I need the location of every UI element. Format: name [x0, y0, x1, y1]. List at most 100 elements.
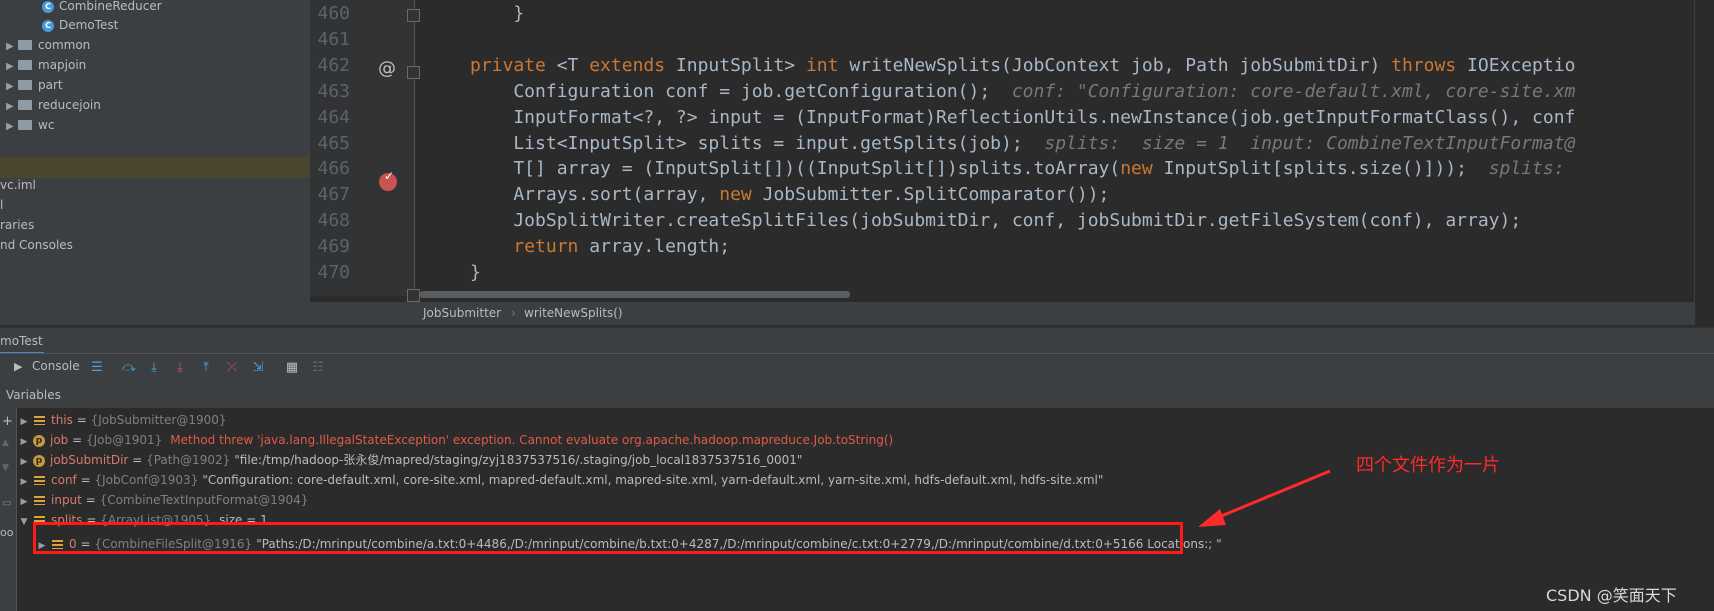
- code-line[interactable]: }: [470, 3, 524, 24]
- copy-icon[interactable]: ▭: [2, 498, 11, 509]
- line-number[interactable]: 470: [310, 262, 350, 283]
- line-number[interactable]: 463: [310, 81, 350, 102]
- code-line[interactable]: InputFormat<?, ?> input = (InputFormat)R…: [470, 107, 1575, 128]
- chevron-right-icon[interactable]: ▶: [6, 77, 18, 96]
- code-line[interactable]: }: [470, 262, 481, 283]
- tree-item-label: mapjoin: [38, 58, 87, 72]
- tree-item-wc[interactable]: ▶ wc: [6, 116, 54, 135]
- tree-item-consoles[interactable]: nd Consoles: [0, 236, 73, 255]
- code-line[interactable]: return array.length;: [470, 236, 730, 257]
- trace-stream-icon[interactable]: ☷: [310, 360, 326, 376]
- code-token: Arrays.sort(array,: [470, 184, 720, 206]
- menu-lines-icon[interactable]: ☰: [89, 360, 105, 376]
- evaluate-expression-icon[interactable]: ▦: [284, 360, 300, 376]
- line-number[interactable]: 466: [310, 158, 350, 179]
- step-over-icon[interactable]: ⤼: [121, 360, 137, 376]
- variable-row[interactable]: ▶ p job = {Job@1901} Method threw 'java.lan…: [17, 430, 894, 452]
- expand-toggle-icon[interactable]: ▶: [17, 492, 31, 512]
- code-token: JobSplitWriter.createSplitFiles(jobSubmi…: [470, 210, 1522, 232]
- expand-toggle-icon[interactable]: ▶: [17, 432, 31, 452]
- chevron-right-icon[interactable]: ▶: [6, 97, 18, 116]
- line-number[interactable]: 462: [310, 55, 350, 76]
- code-token: array.length;: [578, 236, 731, 258]
- code-line[interactable]: Configuration conf = job.getConfiguratio…: [470, 81, 1575, 102]
- tree-selected-row[interactable]: [0, 157, 310, 178]
- tree-item-reducejoin[interactable]: ▶ reducejoin: [6, 96, 101, 115]
- tree-item-libraries[interactable]: raries: [0, 216, 34, 235]
- variable-row[interactable]: ▶ conf = {JobConf@1903} "Configuration: co…: [17, 470, 1107, 490]
- project-tree-panel: C CombineReducer C DemoTest ▶ common ▶ mapjo…: [0, 0, 310, 325]
- line-number[interactable]: 469: [310, 236, 350, 257]
- expand-toggle-icon[interactable]: ▼: [17, 512, 31, 532]
- line-number[interactable]: 468: [310, 210, 350, 231]
- chevron-right-icon[interactable]: ▶: [6, 37, 18, 56]
- tree-item-part[interactable]: ▶ part: [6, 76, 63, 95]
- variable-row[interactable]: ▶ this = {JobSubmitter@1900}: [17, 410, 235, 430]
- variable-row[interactable]: ▶ p jobSubmitDir = {Path@1902} "file:/tmp/h…: [17, 450, 806, 470]
- chevron-right-icon[interactable]: ▶: [6, 117, 18, 136]
- folder-icon: [18, 119, 32, 130]
- vertical-scrollbar[interactable]: [1694, 0, 1714, 325]
- horizontal-scrollbar-thumb[interactable]: [420, 291, 850, 298]
- tree-item-label: wc: [38, 118, 55, 132]
- tree-item-combinereducer[interactable]: C CombineReducer: [42, 0, 162, 16]
- line-number[interactable]: 461: [310, 29, 350, 50]
- code-line[interactable]: T[] array = (InputSplit[])((InputSplit[]…: [470, 158, 1575, 179]
- code-token: InputSplit>: [665, 54, 806, 76]
- glasses-icon[interactable]: oo: [0, 526, 13, 539]
- tree-item-l[interactable]: l: [0, 196, 3, 215]
- code-line[interactable]: private <T extends InputSplit> int write…: [470, 55, 1575, 76]
- variable-row[interactable]: ▶ input = {CombineTextInputFormat@1904}: [17, 490, 316, 510]
- arrow-up-icon[interactable]: ▲: [2, 438, 9, 448]
- breadcrumb-method[interactable]: writeNewSplits(): [524, 302, 623, 325]
- step-out-icon[interactable]: ⤒: [198, 360, 214, 376]
- code-line[interactable]: Arrays.sort(array, new JobSubmitter.Spli…: [470, 184, 1109, 205]
- line-number[interactable]: 467: [310, 184, 350, 205]
- tree-item-iml[interactable]: vc.iml: [0, 176, 36, 195]
- watermark: CSDN @笑面天下: [1546, 586, 1677, 605]
- variables-title: Variables: [6, 388, 61, 402]
- variable-name: job: [50, 433, 69, 447]
- line-number[interactable]: 460: [310, 3, 350, 24]
- code-line[interactable]: List<InputSplit> splits = input.getSplit…: [470, 133, 1575, 154]
- add-watch-icon[interactable]: +: [2, 414, 13, 429]
- annotation-text: 四个文件作为一片: [1356, 455, 1500, 476]
- force-step-into-icon[interactable]: ⤓: [172, 360, 188, 376]
- breadcrumb-class[interactable]: JobSubmitter: [423, 302, 501, 325]
- console-icon[interactable]: ▶: [14, 360, 22, 373]
- fold-toggle-icon[interactable]: [407, 9, 420, 22]
- debug-tab-title[interactable]: moTest: [0, 328, 43, 354]
- expand-toggle-icon[interactable]: ▶: [17, 412, 31, 432]
- tree-item-label: raries: [0, 218, 35, 232]
- highlight-box: [33, 522, 1183, 554]
- folder-icon: [18, 59, 32, 70]
- tree-item-demotest[interactable]: C DemoTest: [42, 16, 118, 35]
- breakpoint-icon[interactable]: ✓: [379, 169, 397, 191]
- step-into-icon[interactable]: ⤓: [146, 360, 162, 376]
- variables-tree[interactable]: ▶ this = {JobSubmitter@1900} ▶ p job = {Job@…: [17, 408, 1714, 611]
- expand-toggle-icon[interactable]: ▶: [17, 452, 31, 472]
- override-marker-icon[interactable]: @: [378, 58, 396, 79]
- drop-frame-icon[interactable]: ⤫: [224, 360, 240, 376]
- variable-value: "file:/tmp/hadoop-张永俊/mapred/staging/zyj…: [234, 453, 803, 467]
- run-to-cursor-icon[interactable]: ⇲: [250, 360, 266, 376]
- code-token: JobSubmitter.SplitComparator());: [751, 184, 1110, 206]
- variable-type: {Job@1901}: [85, 433, 163, 447]
- console-tab[interactable]: Console: [32, 359, 80, 373]
- tree-item-common[interactable]: ▶ common: [6, 36, 90, 55]
- fold-toggle-icon[interactable]: [407, 289, 420, 302]
- code-token: <T: [545, 54, 590, 76]
- variables-side-toolbar: + ▲ ▼ ▭ oo: [0, 408, 17, 611]
- expand-toggle-icon[interactable]: ▶: [17, 472, 31, 492]
- code-token: InputFormat<?, ?> input = (InputFormat)R…: [470, 106, 1576, 128]
- fold-toggle-icon[interactable]: [407, 66, 420, 79]
- line-number[interactable]: 465: [310, 133, 350, 154]
- chevron-right-icon[interactable]: ▶: [6, 57, 18, 76]
- code-token: return: [513, 236, 579, 258]
- line-number[interactable]: 464: [310, 107, 350, 128]
- arrow-down-icon[interactable]: ▼: [2, 463, 9, 473]
- code-token: List<InputSplit> splits = input.getSplit…: [470, 132, 1023, 154]
- code-line[interactable]: JobSplitWriter.createSplitFiles(jobSubmi…: [470, 210, 1521, 231]
- tree-item-mapjoin[interactable]: ▶ mapjoin: [6, 56, 86, 75]
- equals-sign: =: [81, 493, 100, 507]
